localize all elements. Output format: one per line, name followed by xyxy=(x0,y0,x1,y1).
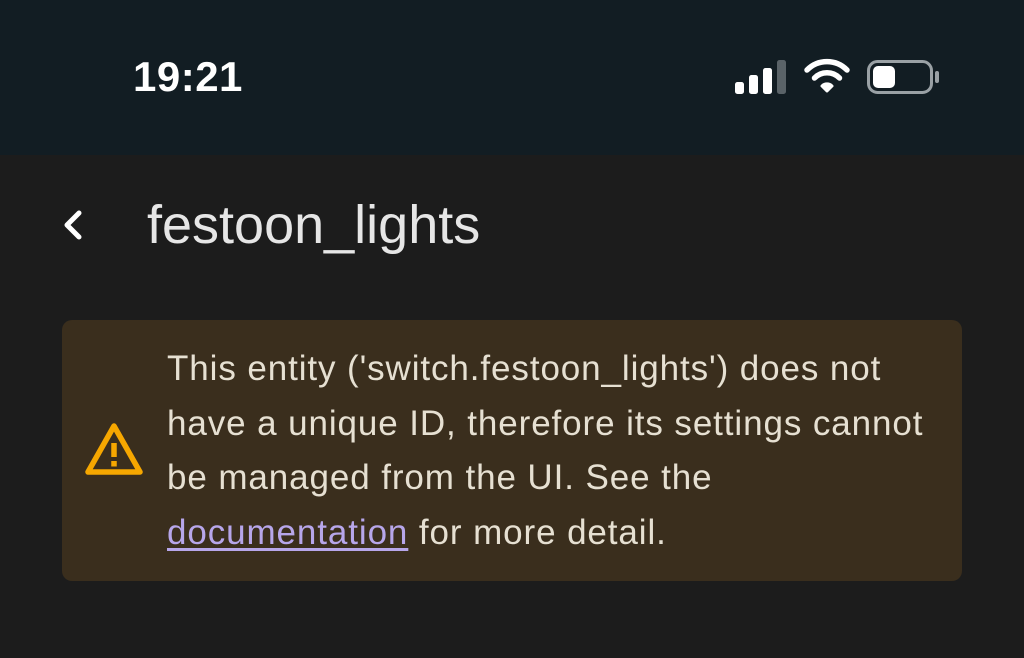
status-bar: 19:21 xyxy=(0,0,1024,155)
battery-icon xyxy=(867,60,939,94)
status-time: 19:21 xyxy=(133,53,243,100)
alert-text-before-link: This entity ('switch.festoon_lights') do… xyxy=(167,349,924,497)
cellular-signal-icon xyxy=(735,60,786,94)
warning-alert: This entity ('switch.festoon_lights') do… xyxy=(62,320,962,581)
back-button[interactable] xyxy=(52,203,96,247)
wifi-icon xyxy=(804,58,850,93)
warning-triangle-icon xyxy=(85,423,143,475)
chevron-left-icon xyxy=(64,210,82,240)
battery-level xyxy=(873,66,895,88)
page-title: festoon_lights xyxy=(147,195,481,255)
documentation-link[interactable]: documentation xyxy=(167,513,408,552)
alert-message: This entity ('switch.festoon_lights') do… xyxy=(167,342,947,560)
alert-text-after-link: for more detail. xyxy=(408,512,667,552)
app-bar: festoon_lights xyxy=(0,155,1024,305)
